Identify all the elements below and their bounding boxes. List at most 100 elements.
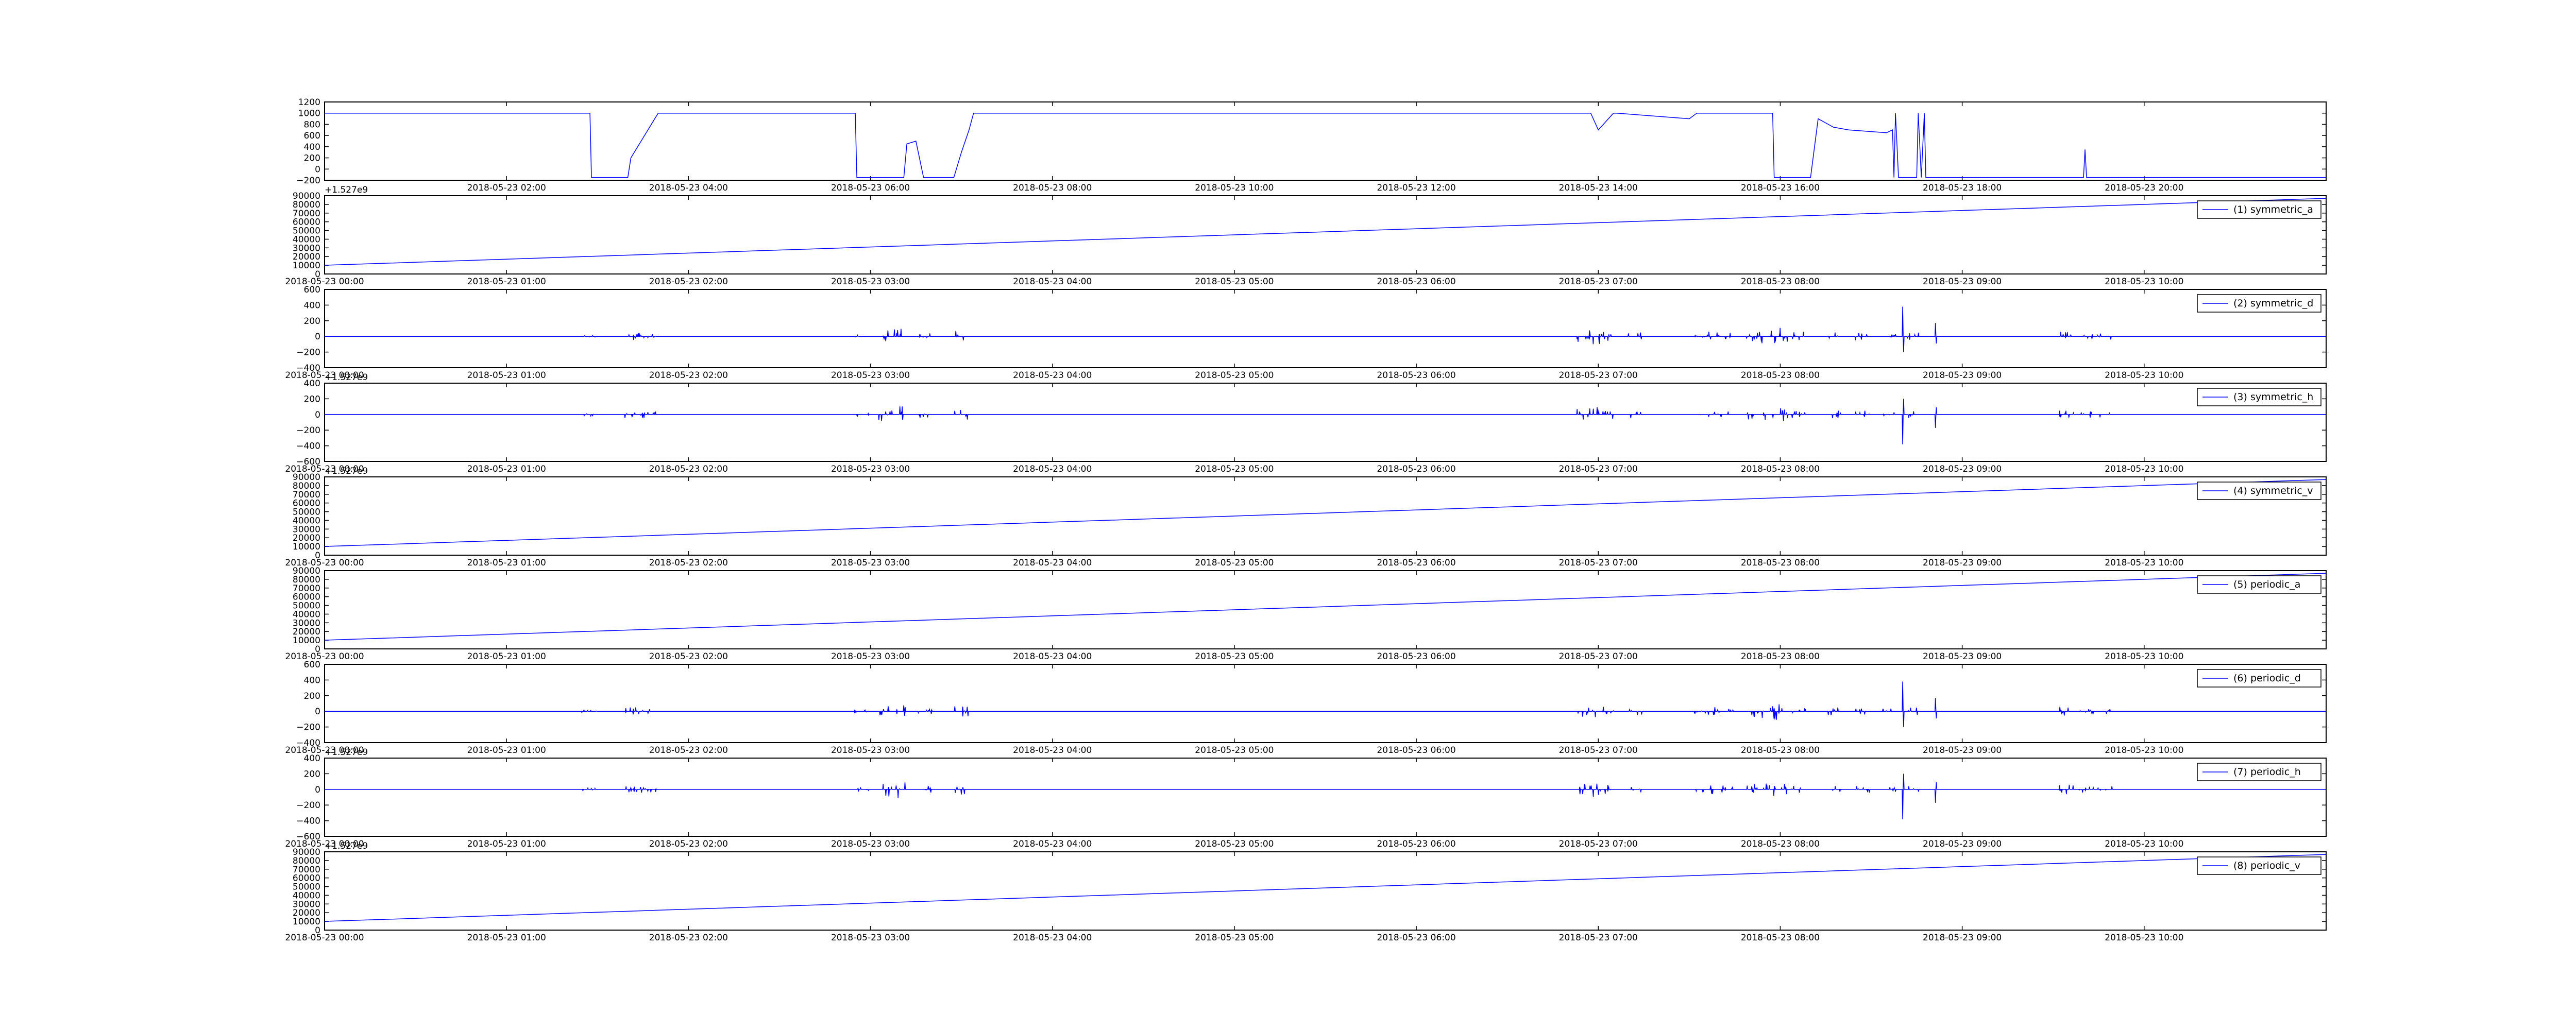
x-tick-label: 2018-05-23 04:00 <box>1013 558 1092 568</box>
x-tick-label: 2018-05-23 07:00 <box>1559 933 1638 943</box>
x-tick-label: 2018-05-23 01:00 <box>467 464 546 474</box>
x-tick-label: 2018-05-23 03:00 <box>831 745 910 756</box>
y-tick-label: −400 <box>296 441 320 452</box>
panel-4: −600−400−20002004002018-05-23 00:00 2018-… <box>285 372 2327 474</box>
x-tick-label: 2018-05-23 09:00 <box>1923 558 2002 568</box>
offset-text: +1.527e9 <box>325 372 368 383</box>
x-tick-label: 2018-05-23 10:00 <box>2105 370 2183 381</box>
y-tick-label: 0 <box>315 785 320 795</box>
axes-frame <box>324 664 2327 743</box>
x-tick-label: 2018-05-23 10:00 <box>2105 464 2183 474</box>
x-tick-label: 2018-05-23 09:00 <box>1923 277 2002 287</box>
x-tick-label: 2018-05-23 10:00 <box>1195 183 1274 193</box>
x-tick-label: 2018-05-23 02:00 <box>649 370 728 381</box>
x-tick-label: 2018-05-23 08:00 <box>1741 933 1820 943</box>
x-tick-label: 2018-05-23 02:00 <box>649 745 728 756</box>
x-tick-label: 2018-05-23 07:00 <box>1559 651 1638 662</box>
y-tick-label: 800 <box>304 119 320 130</box>
series-line <box>325 681 2326 727</box>
x-tick-label: 2018-05-23 07:00 <box>1559 370 1638 381</box>
x-tick-label: 2018-05-23 03:00 <box>831 933 910 943</box>
x-tick-label: 2018-05-23 02:00 <box>649 277 728 287</box>
series-line <box>325 112 2326 178</box>
x-tick-label: 2018-05-23 01:00 <box>467 839 546 849</box>
x-tick-label: 2018-05-23 06:00 <box>1377 839 1455 849</box>
x-tick-label: 2018-05-23 01:00 <box>467 651 546 662</box>
x-tick-label: 2018-05-23 06:00 <box>1377 464 1455 474</box>
offset-text: +1.527e9 <box>325 466 368 476</box>
legend-label: (3) symmetric_h <box>2233 391 2313 403</box>
y-tick-label: 90000 <box>293 191 320 201</box>
x-tick-label: 2018-05-23 00:00 <box>285 277 364 287</box>
x-tick-label: 2018-05-23 07:00 <box>1559 839 1638 849</box>
x-tick-label: 2018-05-23 10:00 <box>2105 933 2183 943</box>
x-tick-label: 2018-05-23 20:00 <box>2105 183 2183 193</box>
x-tick-label: 2018-05-23 18:00 <box>1923 183 2002 193</box>
series-line <box>325 306 2326 352</box>
y-tick-label: 400 <box>304 300 320 311</box>
x-tick-label: 2018-05-23 08:00 <box>1741 839 1820 849</box>
y-tick-label: 90000 <box>293 847 320 857</box>
axes-frame <box>324 758 2327 837</box>
x-tick-label: 2018-05-23 05:00 <box>1195 558 1274 568</box>
x-tick-label: 2018-05-23 06:00 <box>831 183 910 193</box>
y-tick-label: −200 <box>296 176 320 186</box>
y-tick-label: 600 <box>304 660 320 670</box>
panel-6: 0100002000030000400005000060000700008000… <box>285 566 2327 662</box>
x-tick-label: 2018-05-23 07:00 <box>1559 464 1638 474</box>
y-tick-label: 400 <box>304 142 320 152</box>
x-tick-label: 2018-05-23 07:00 <box>1559 745 1638 756</box>
x-tick-label: 2018-05-23 07:00 <box>1559 277 1638 287</box>
x-tick-label: 2018-05-23 08:00 <box>1741 464 1820 474</box>
series-line <box>324 479 2327 547</box>
legend-label: (1) symmetric_a <box>2233 204 2313 215</box>
x-tick-label: 2018-05-23 10:00 <box>2105 745 2183 756</box>
x-tick-label: 2018-05-23 08:00 <box>1741 370 1820 381</box>
x-tick-label: 2018-05-23 10:00 <box>2105 839 2183 849</box>
x-tick-label: 2018-05-23 09:00 <box>1923 745 2002 756</box>
x-tick-label: 2018-05-23 03:00 <box>831 277 910 287</box>
series-line <box>325 774 2326 819</box>
x-tick-label: 2018-05-23 02:00 <box>649 464 728 474</box>
x-tick-label: 2018-05-23 05:00 <box>1195 839 1274 849</box>
x-tick-label: 2018-05-23 06:00 <box>1377 933 1455 943</box>
y-tick-label: 600 <box>304 131 320 141</box>
x-tick-label: 2018-05-23 04:00 <box>1013 464 1092 474</box>
x-tick-label: 2018-05-23 08:00 <box>1741 277 1820 287</box>
x-tick-label: 2018-05-23 09:00 <box>1923 933 2002 943</box>
figure-canvas: −2000200400600800100012002018-05-23 02:0… <box>0 0 2576 1030</box>
x-tick-label: 2018-05-23 04:00 <box>1013 745 1092 756</box>
x-tick-label: 2018-05-23 10:00 <box>2105 277 2183 287</box>
x-tick-label: 2018-05-23 08:00 <box>1013 183 1092 193</box>
axes-frame <box>324 383 2327 462</box>
x-tick-label: 2018-05-23 04:00 <box>1013 933 1092 943</box>
x-tick-label: 2018-05-23 03:00 <box>831 839 910 849</box>
series-line <box>324 573 2327 641</box>
series-line <box>325 399 2326 444</box>
y-tick-label: 0 <box>315 707 320 717</box>
x-tick-label: 2018-05-23 05:00 <box>1195 745 1274 756</box>
axes-frame <box>324 195 2327 274</box>
panel-7: −400−20002004006002018-05-23 00:00 2018-0… <box>285 660 2327 756</box>
x-tick-label: 2018-05-23 08:00 <box>1741 651 1820 662</box>
y-tick-label: 90000 <box>293 566 320 576</box>
x-tick-label: 2018-05-23 01:00 <box>467 745 546 756</box>
x-tick-label: 2018-05-23 05:00 <box>1195 370 1274 381</box>
x-tick-label: 2018-05-23 01:00 <box>467 370 546 381</box>
x-tick-label: 2018-05-23 09:00 <box>1923 651 2002 662</box>
y-tick-label: 200 <box>304 769 320 779</box>
x-tick-label: 2018-05-23 06:00 <box>1377 745 1455 756</box>
axes-frame <box>324 476 2327 556</box>
y-tick-label: 0 <box>315 410 320 420</box>
panel-2: 0100002000030000400005000060000700008000… <box>285 185 2327 287</box>
panel-5: 0100002000030000400005000060000700008000… <box>285 466 2327 568</box>
legend-label: (6) periodic_d <box>2233 673 2301 684</box>
y-tick-label: 0 <box>315 332 320 342</box>
x-tick-label: 2018-05-23 16:00 <box>1741 183 1820 193</box>
y-tick-label: 200 <box>304 316 320 327</box>
x-tick-label: 2018-05-23 01:00 <box>467 558 546 568</box>
x-tick-label: 2018-05-23 06:00 <box>1377 651 1455 662</box>
x-tick-label: 2018-05-23 05:00 <box>1195 464 1274 474</box>
y-tick-label: −200 <box>296 425 320 436</box>
y-tick-label: 400 <box>304 379 320 389</box>
